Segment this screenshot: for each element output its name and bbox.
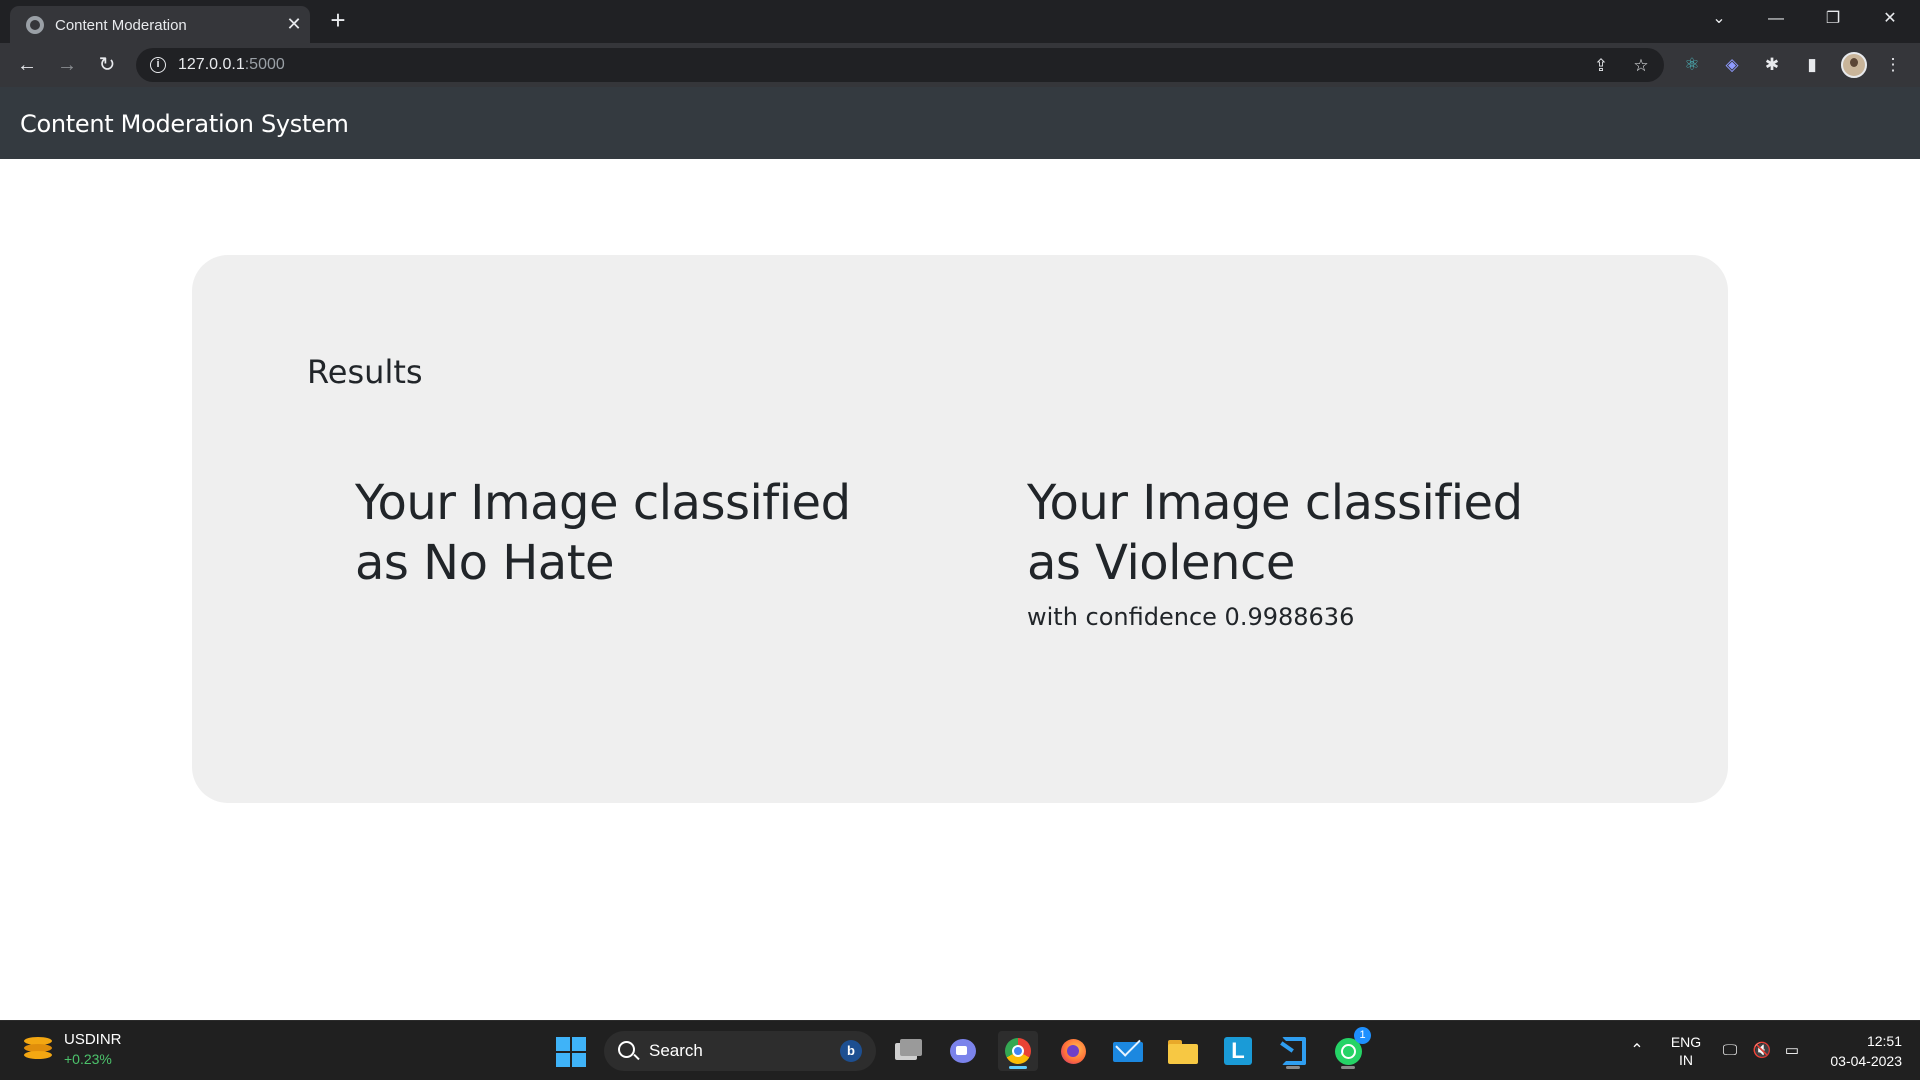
language-indicator[interactable]: ENG IN: [1665, 1033, 1707, 1069]
tab-title: Content Moderation: [55, 17, 187, 34]
network-icon[interactable]: 🖵: [1720, 1041, 1740, 1061]
results-card: Results Your Image classified as No Hate…: [192, 255, 1728, 803]
stock-coins-icon[interactable]: [24, 1037, 52, 1059]
share-icon[interactable]: ⇪: [1590, 55, 1612, 77]
url-text: 127.0.0.1:5000: [178, 56, 285, 74]
minimize-button[interactable]: —: [1756, 4, 1796, 34]
teams-chat-icon[interactable]: [943, 1031, 983, 1071]
violence-result-line2: as Violence: [1027, 535, 1295, 591]
firefox-icon[interactable]: [1053, 1031, 1093, 1071]
language-region: IN: [1679, 1052, 1693, 1068]
task-view-icon[interactable]: [888, 1031, 928, 1071]
battery-icon[interactable]: ▭: [1782, 1041, 1802, 1061]
clock-time: 12:51: [1866, 1033, 1902, 1049]
running-indicator: [1009, 1066, 1027, 1069]
new-tab-button[interactable]: +: [324, 6, 352, 34]
violence-result-line1: Your Image classified: [1027, 475, 1523, 531]
globe-icon: [26, 16, 44, 34]
taskbar-search[interactable]: Search b: [604, 1031, 876, 1071]
clock-date: 03-04-2023: [1830, 1053, 1902, 1069]
results-heading: Results: [307, 353, 423, 391]
site-navbar: Content Moderation System: [0, 87, 1920, 159]
address-bar[interactable]: i 127.0.0.1:5000 ⇪ ☆: [136, 48, 1664, 82]
back-button[interactable]: ←: [13, 51, 41, 79]
side-panel-icon[interactable]: ▮: [1800, 53, 1824, 77]
ticker-name[interactable]: USDINR: [64, 1031, 122, 1048]
l-app-icon[interactable]: L: [1218, 1031, 1258, 1071]
reload-button[interactable]: ↻: [93, 51, 121, 79]
system-clock[interactable]: 12:51 03-04-2023: [1830, 1031, 1902, 1071]
forward-button[interactable]: →: [53, 51, 81, 79]
ticker-change: +0.23%: [64, 1051, 112, 1067]
volume-muted-icon[interactable]: 🔇: [1752, 1041, 1772, 1061]
search-icon: [618, 1041, 635, 1058]
profile-avatar[interactable]: [1841, 52, 1867, 78]
windows-start-icon[interactable]: [556, 1037, 586, 1067]
close-window-button[interactable]: ✕: [1870, 4, 1910, 34]
extensions-puzzle-icon[interactable]: ✱: [1760, 53, 1784, 77]
chrome-icon[interactable]: [998, 1031, 1038, 1071]
file-explorer-icon[interactable]: [1163, 1031, 1203, 1071]
hate-result: Your Image classified as No Hate: [355, 473, 875, 593]
extension-atom-icon[interactable]: ⚛: [1680, 53, 1704, 77]
url-host: 127.0.0.1: [178, 56, 245, 73]
windows-taskbar: USDINR +0.23% Search b L 1 ⌃ ENG IN 🖵 🔇 …: [0, 1020, 1920, 1080]
mail-icon[interactable]: [1108, 1031, 1148, 1071]
hate-result-line1: Your Image classified: [355, 475, 851, 531]
site-info-icon[interactable]: i: [150, 57, 166, 73]
running-indicator: [1286, 1066, 1300, 1069]
bing-icon[interactable]: b: [840, 1040, 862, 1062]
notification-badge: 1: [1354, 1027, 1371, 1044]
restore-button[interactable]: ❐: [1813, 4, 1853, 34]
search-label: Search: [649, 1041, 703, 1060]
chevron-up-icon[interactable]: ⌃: [1627, 1041, 1647, 1061]
running-indicator: [1341, 1066, 1355, 1069]
extension-diamond-icon[interactable]: ◈: [1720, 53, 1744, 77]
url-port: :5000: [244, 56, 285, 73]
violence-result: Your Image classified as Violence with c…: [1027, 473, 1547, 631]
navbar-brand[interactable]: Content Moderation System: [20, 110, 349, 138]
violence-confidence: with confidence 0.9988636: [1027, 603, 1355, 631]
browser-toolbar: ← → ↻ i 127.0.0.1:5000 ⇪ ☆ ⚛ ◈ ✱ ▮ ⋮: [0, 43, 1920, 87]
browser-tab-strip: Content Moderation ✕ + ⌄ — ❐ ✕: [0, 0, 1920, 43]
browser-tab[interactable]: Content Moderation ✕: [10, 6, 310, 43]
tab-search-icon[interactable]: ⌄: [1699, 4, 1739, 34]
language-code: ENG: [1670, 1034, 1702, 1050]
hate-result-line2: as No Hate: [355, 535, 615, 591]
close-tab-icon[interactable]: ✕: [282, 12, 306, 36]
menu-kebab-icon[interactable]: ⋮: [1881, 53, 1905, 77]
bookmark-star-icon[interactable]: ☆: [1630, 55, 1652, 77]
vscode-icon[interactable]: [1273, 1031, 1313, 1071]
whatsapp-icon[interactable]: 1: [1328, 1027, 1371, 1071]
